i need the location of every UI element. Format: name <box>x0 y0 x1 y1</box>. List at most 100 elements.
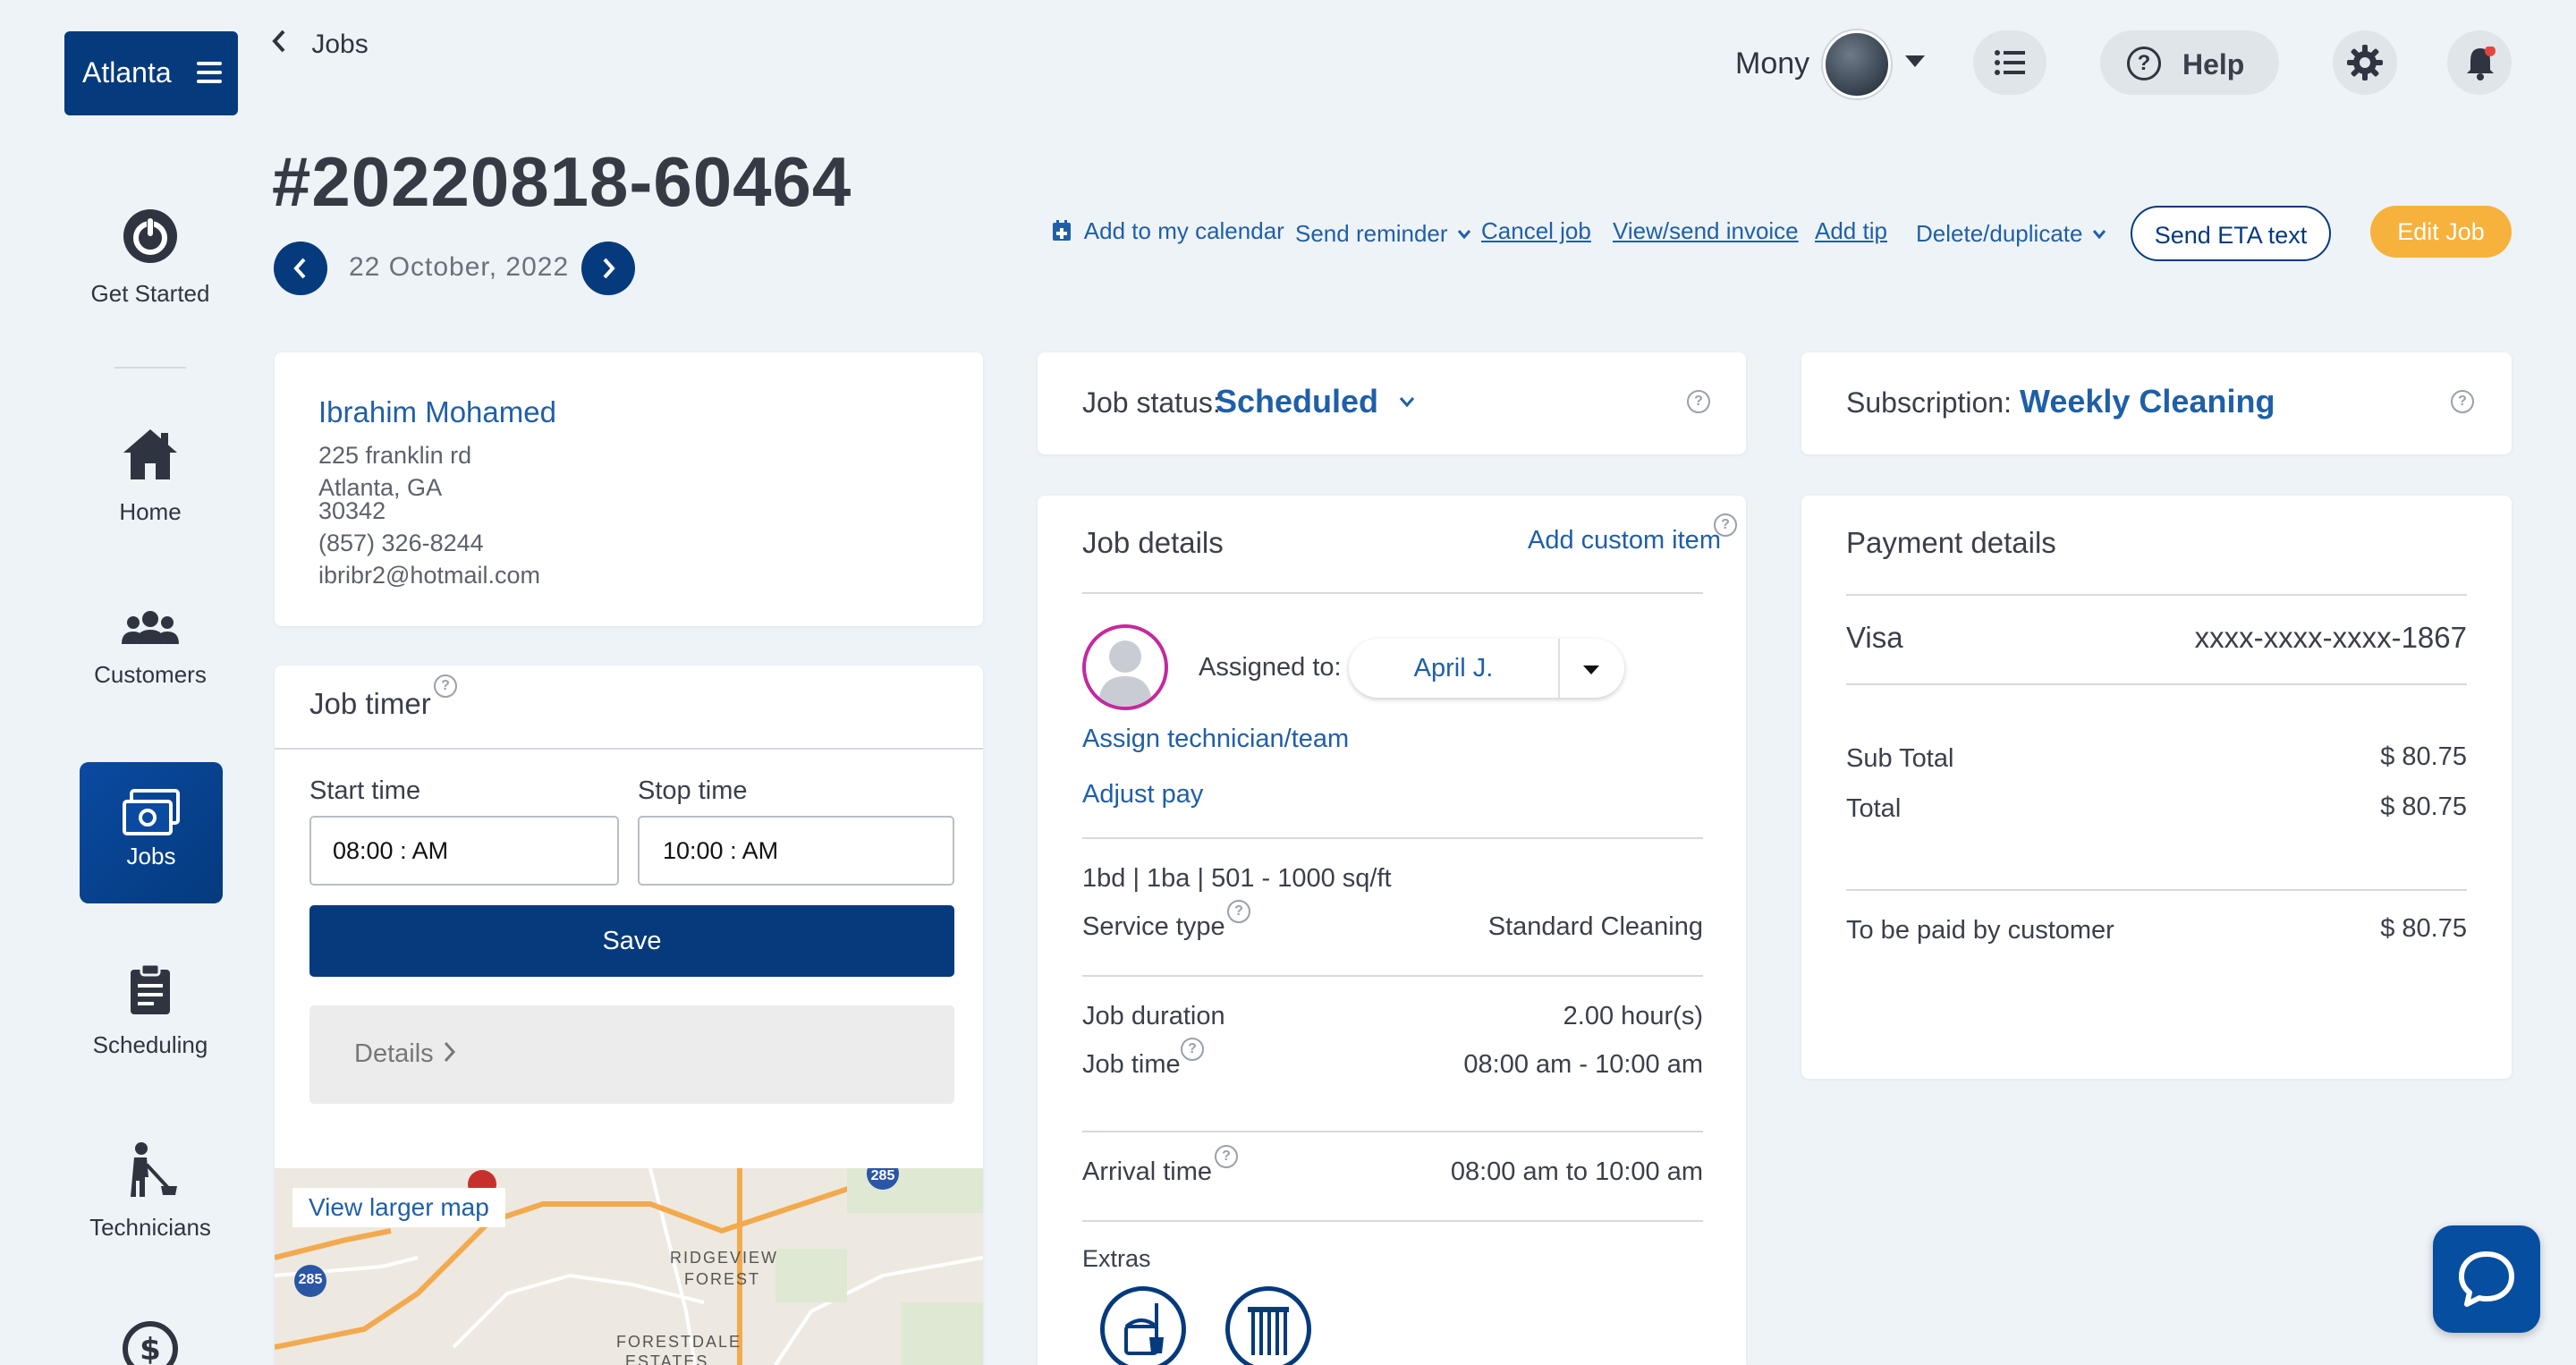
details-label: Details <box>354 1039 434 1068</box>
subscription-card: Subscription: Weekly Cleaning ? <box>1801 352 2512 454</box>
job-duration-label: Job duration <box>1082 1002 1225 1030</box>
arrival-time-value: 08:00 am to 10:00 am <box>1450 1157 1703 1186</box>
chevron-left-icon <box>293 258 306 284</box>
send-reminder-dropdown[interactable]: Send reminder <box>1295 217 1470 248</box>
send-eta-text-button[interactable]: Send ETA text <box>2131 206 2331 261</box>
sidebar-item-home[interactable]: Home <box>79 426 222 526</box>
list-view-button[interactable] <box>1973 30 2046 95</box>
help-icon[interactable]: ? <box>1215 1145 1238 1168</box>
help-icon[interactable]: ? <box>1714 513 1737 537</box>
brand-label: Atlanta <box>82 56 172 89</box>
start-time-input[interactable]: 08:00 : AM <box>309 816 619 886</box>
assigned-technician-value: April J. <box>1413 654 1494 682</box>
stop-time-input[interactable]: 10:00 : AM <box>638 816 954 886</box>
cancel-job-link[interactable]: Cancel job <box>1481 217 1591 245</box>
chevron-right-icon <box>603 258 615 284</box>
subtotal-label: Sub Total <box>1846 744 1954 773</box>
clipboard-icon <box>79 962 222 1022</box>
subscription-value-link[interactable]: Weekly Cleaning <box>2020 383 2275 420</box>
help-icon[interactable]: ? <box>1687 390 1710 413</box>
help-icon[interactable]: ? <box>1181 1038 1204 1061</box>
user-name: Mony <box>1735 47 1810 81</box>
customer-zip: 30342 <box>318 497 386 524</box>
job-status-card: Job status: Scheduled ? <box>1038 352 1746 454</box>
property-summary: 1bd | 1ba | 501 - 1000 sq/ft <box>1082 864 1392 893</box>
delete-duplicate-dropdown[interactable]: Delete/duplicate <box>1916 217 2106 248</box>
view-larger-map-link[interactable]: View larger map <box>292 1188 505 1227</box>
divider <box>1082 1220 1703 1222</box>
save-button[interactable]: Save <box>309 905 954 977</box>
service-type-value: Standard Cleaning <box>1487 912 1703 941</box>
delete-duplicate-label: Delete/duplicate <box>1916 220 2083 247</box>
details-expander[interactable]: Details <box>309 1005 954 1104</box>
previous-date-button[interactable] <box>274 242 327 295</box>
customer-street: 225 franklin rd <box>318 442 472 469</box>
total-label: Total <box>1846 794 1902 823</box>
chevron-down-icon <box>1457 217 1470 245</box>
users-icon <box>79 610 222 652</box>
job-status-label: Job status: <box>1082 386 1221 419</box>
map-place-label: FORESTDALE <box>616 1333 742 1351</box>
jobs-icon <box>123 789 180 837</box>
help-icon[interactable]: ? <box>2451 390 2474 413</box>
next-date-button[interactable] <box>581 242 635 295</box>
calendar-plus-icon <box>1052 220 1072 248</box>
stop-time-label: Stop time <box>638 776 748 805</box>
sidebar-item-customers[interactable]: Customers <box>79 610 222 689</box>
extras-label: Extras <box>1082 1245 1151 1272</box>
help-icon[interactable]: ? <box>1227 900 1250 923</box>
divider <box>1082 592 1703 594</box>
divider <box>1846 683 2467 685</box>
divider <box>1082 1131 1703 1132</box>
sidebar-item-billing[interactable]: $ <box>122 1320 179 1365</box>
edit-job-button[interactable]: Edit Job <box>2370 206 2512 258</box>
customer-phone: (857) 326-8244 <box>318 530 484 556</box>
notifications-button[interactable] <box>2447 30 2512 95</box>
customer-pay-label: To be paid by customer <box>1846 916 2114 945</box>
customer-pay-value: $ 80.75 <box>2380 914 2467 943</box>
back-link[interactable]: Jobs <box>272 29 369 64</box>
sidebar-item-scheduling[interactable]: Scheduling <box>79 962 222 1059</box>
question-circle-icon: ? <box>2127 47 2161 81</box>
extra-blinds-icon[interactable] <box>1225 1286 1311 1365</box>
help-button[interactable]: ? Help <box>2100 30 2279 95</box>
job-status-value: Scheduled <box>1216 383 1379 420</box>
map-shield-285: 285 <box>870 1168 895 1183</box>
help-icon[interactable]: ? <box>434 674 457 698</box>
job-timer-title: Job timer <box>309 687 431 720</box>
chat-bubble-icon <box>2456 1249 2517 1314</box>
sidebar-item-get-started[interactable]: Get Started <box>79 208 222 308</box>
sidebar-item-label: Jobs <box>126 843 176 869</box>
service-type-label: Service type <box>1082 912 1225 941</box>
sidebar-item-label: Get Started <box>90 280 210 307</box>
adjust-pay-link[interactable]: Adjust pay <box>1082 780 1203 810</box>
assigned-technician-dropdown[interactable]: April J. <box>1349 639 1624 698</box>
home-icon <box>79 426 222 489</box>
assign-technician-link[interactable]: Assign technician/team <box>1082 725 1349 754</box>
map-place-label: ESTATES <box>625 1352 709 1365</box>
chat-button[interactable] <box>2433 1225 2540 1333</box>
sidebar-item-label: Technicians <box>89 1214 211 1241</box>
map[interactable]: 285 285 RIDGEVIEW FOREST FORESTDALE ESTA… <box>275 1168 983 1365</box>
customer-name-link[interactable]: Ibrahim Mohamed <box>318 395 556 429</box>
add-custom-item-link[interactable]: Add custom item <box>1528 526 1721 555</box>
settings-button[interactable] <box>2333 30 2397 95</box>
job-status-dropdown[interactable]: Scheduled <box>1216 383 1415 422</box>
payment-details-card: Payment details Visa xxxx-xxxx-xxxx-1867… <box>1801 496 2512 1079</box>
job-details-card: Job details Add custom item ? Assigned t… <box>1038 496 1746 1365</box>
divider <box>1082 975 1703 977</box>
sidebar-item-jobs[interactable]: Jobs <box>80 762 223 903</box>
add-to-calendar-link[interactable]: Add to my calendar <box>1052 217 1284 248</box>
technician-avatar <box>1082 624 1168 710</box>
chevron-down-icon <box>2092 217 2106 245</box>
sidebar-item-technicians[interactable]: Technicians <box>79 1141 222 1242</box>
add-tip-link[interactable]: Add tip <box>1815 217 1887 245</box>
chevron-right-icon <box>444 1041 456 1067</box>
extra-cleaning-supplies-icon[interactable] <box>1100 1286 1186 1365</box>
brand-menu-button[interactable]: Atlanta <box>64 31 238 115</box>
job-time-label: Job time <box>1082 1050 1181 1079</box>
job-timer-card: Job timer ? Start time Stop time 08:00 :… <box>275 666 983 1365</box>
view-send-invoice-link[interactable]: View/send invoice <box>1613 217 1799 245</box>
total-value: $ 80.75 <box>2380 793 2467 821</box>
sidebar-item-label: Scheduling <box>92 1031 208 1058</box>
